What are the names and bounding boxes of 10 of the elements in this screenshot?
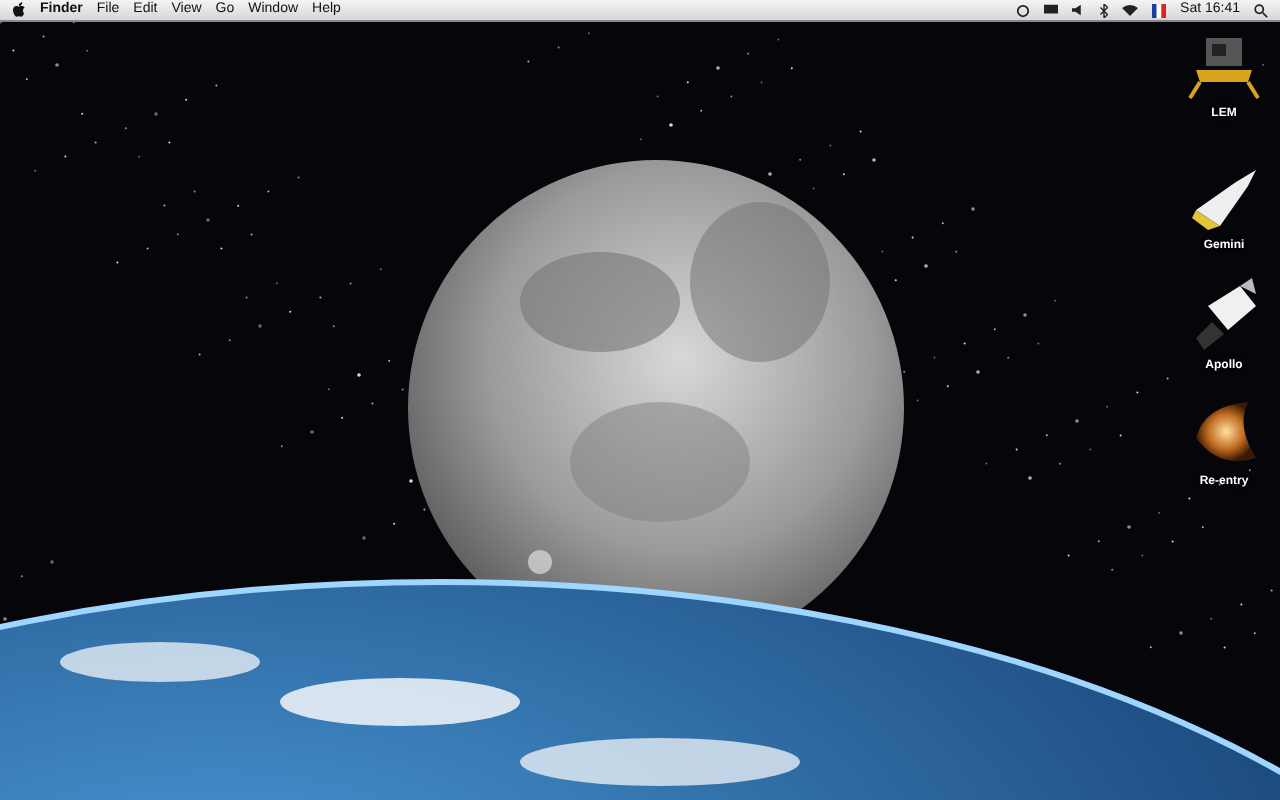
search-icon[interactable]: [1254, 3, 1268, 17]
apple-menu-icon[interactable]: [12, 2, 26, 18]
display-icon[interactable]: [1044, 4, 1059, 16]
volume-icon[interactable]: [1072, 4, 1087, 16]
clock-status-icon[interactable]: [1016, 3, 1031, 17]
capsule-icon[interactable]: [1188, 166, 1260, 234]
lunar-module-icon[interactable]: [1188, 34, 1260, 102]
bluetooth-icon[interactable]: [1100, 3, 1109, 17]
flag-icon[interactable]: [1152, 3, 1167, 17]
wifi-icon[interactable]: [1122, 4, 1139, 16]
